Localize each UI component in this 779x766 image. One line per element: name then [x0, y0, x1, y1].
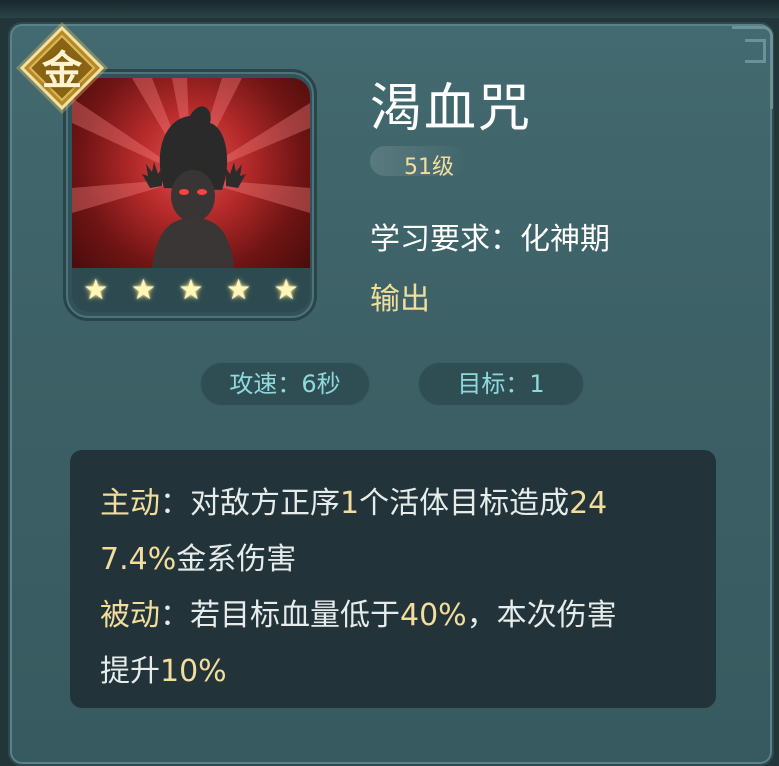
star-icon: ★ [226, 273, 252, 306]
passive-text: 提升 [100, 654, 160, 689]
top-frame-edge [0, 0, 779, 18]
active-text: 个活体目标造成 [359, 486, 570, 521]
star-icon: ★ [130, 273, 156, 306]
skill-level: 51级 [404, 155, 454, 180]
active-value: 1 [340, 486, 360, 521]
learn-requirement: 学习要求：化神期 [370, 222, 610, 257]
passive-value: 40% [400, 598, 467, 633]
active-label: 主动 [100, 486, 160, 521]
passive-text: ，本次伤害 [466, 598, 617, 633]
star-icon: ★ [178, 273, 204, 306]
star-rating: ★ ★ ★ ★ ★ [72, 268, 310, 312]
skill-category: 输出 [370, 282, 430, 317]
star-icon: ★ [83, 273, 109, 306]
active-value: 24 [569, 486, 608, 521]
skill-name: 渴血咒 [370, 79, 533, 139]
passive-value: 10% [160, 654, 227, 689]
passive-effect-line-1: 被动：若目标血量低于40%，本次伤害 [100, 590, 617, 634]
passive-text: ：若目标血量低于 [160, 598, 400, 633]
star-icon: ★ [273, 273, 299, 306]
passive-label: 被动 [100, 598, 160, 633]
target-count-stat: 目标：1 [418, 362, 584, 406]
attack-speed-stat: 攻速：6秒 [200, 362, 370, 406]
rank-badge-label: 金 [42, 47, 82, 94]
corner-ornament-icon [732, 26, 773, 109]
active-effect-line-1: 主动：对敌方正序1个活体目标造成24 [100, 478, 607, 522]
passive-effect-line-2: 提升10% [100, 646, 227, 690]
active-text: ：对敌方正序 [160, 486, 340, 521]
active-value: 7.4% [100, 542, 177, 577]
active-effect-line-2: 7.4%金系伤害 [100, 534, 296, 578]
active-text: 金系伤害 [176, 542, 297, 577]
